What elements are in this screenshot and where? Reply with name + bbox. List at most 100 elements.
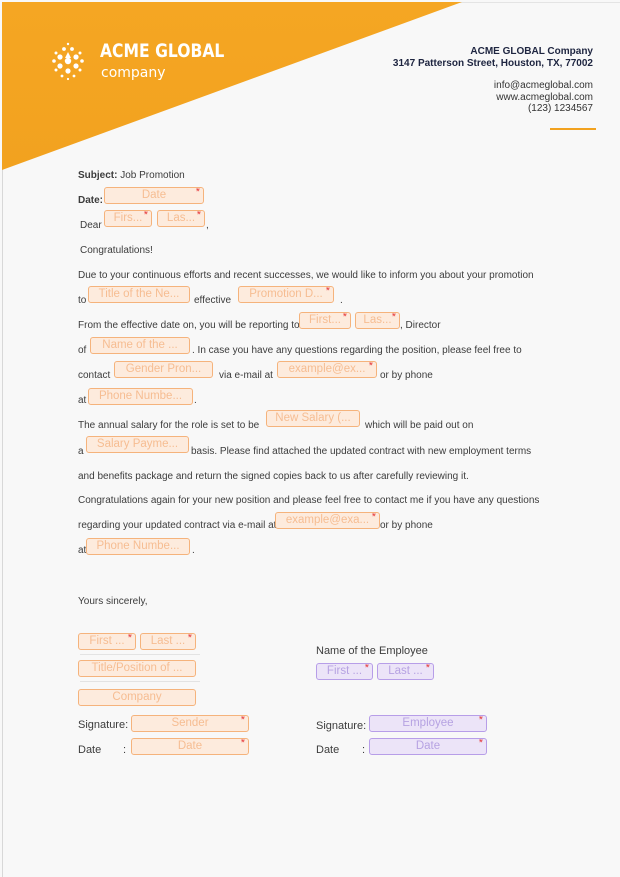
p2-via-email: via e-mail at [219,370,273,381]
company-name: ACME GLOBAL Company [470,46,593,57]
globe-logo-icon [52,42,84,81]
brand-subtitle: company [101,65,166,81]
field-placeholder: Title of the Ne... [98,288,180,300]
sender-title-field[interactable]: Title/Position of ... [78,660,196,677]
field-placeholder: Phone Numbe... [96,540,180,552]
promotion-date-field[interactable]: Promotion D... * [238,286,334,303]
paragraph-3-line-3: and benefits package and return the sign… [78,471,469,482]
required-marker: * [187,633,192,644]
congratulations-text: Congratulations! [80,245,153,256]
sender-first-name-field[interactable]: First ... * [78,633,136,650]
field-placeholder: Gender Pron... [125,363,202,375]
field-placeholder: Title/Position of ... [91,662,183,674]
brand-name: ACME GLOBAL [100,40,225,62]
employee-signature-field[interactable]: Employee * [369,715,487,732]
employee-first-name-field[interactable]: First ... * [316,663,373,680]
paragraph-1-line-1: Due to your continuous efforts and recen… [78,270,534,281]
paragraph-3-line-1: The annual salary for the role is set to… [78,420,260,431]
colon: : [362,744,366,756]
company-email: info@acmeglobal.com [493,80,593,91]
sender-date-field[interactable]: Date * [131,738,249,755]
field-placeholder: Company [112,691,162,703]
field-placeholder: Name of the ... [102,339,178,351]
p2-period: . [194,395,197,406]
required-marker: * [342,312,347,323]
gender-pronoun-field[interactable]: Gender Pron... [114,361,213,378]
recipient-first-name-field[interactable]: Firs... * [104,210,152,227]
manager-email-field[interactable]: example@ex... * [277,361,377,378]
salary-payment-field[interactable]: Salary Payme... [86,436,189,453]
field-placeholder: New Salary (... [275,412,351,424]
p4-or-phone: or by phone [380,520,433,531]
sender-company-field[interactable]: Company [78,689,196,706]
required-marker: * [143,210,148,221]
p2-director: , Director [400,320,441,331]
company-website: www.acmeglobal.com [496,91,593,103]
closing: Yours sincerely, [78,596,148,607]
paragraph-4-line-1: Congratulations again for your new posit… [78,495,540,506]
manager-last-name-field[interactable]: Las... * [355,312,400,329]
p1-period: . [340,295,343,306]
employee-heading: Name of the Employee [316,645,428,657]
field-placeholder: Date [141,189,167,201]
new-salary-field[interactable]: New Salary (... [266,410,360,427]
p2-or-phone: or by phone [380,370,433,381]
field-placeholder: Salary Payme... [96,438,179,450]
required-marker: * [127,633,132,644]
colon: : [123,744,127,756]
field-placeholder: Las... [166,212,196,224]
employee-date-field[interactable]: Date * [369,738,487,755]
paragraph-4-line-2: regarding your updated contract via e-ma… [78,520,277,531]
p2-of: of [78,345,87,356]
p4-period: . [192,545,195,556]
sender-signature-field[interactable]: Sender * [131,715,249,732]
sender-last-name-field[interactable]: Last ... * [140,633,196,650]
field-placeholder: First ... [89,635,125,647]
field-placeholder: example@ex... [288,363,366,375]
required-marker: * [478,738,483,749]
employee-last-name-field[interactable]: Last ... * [377,663,434,680]
field-placeholder: Last ... [388,665,423,677]
required-marker: * [196,210,201,221]
p1-effective: effective [194,295,232,306]
required-marker: * [364,663,369,674]
employee-signature-label: Signature: [316,720,367,732]
sender-email-field[interactable]: example@exa... * [275,512,380,529]
required-marker: * [478,715,483,726]
subject-line: Subject: Job Promotion [78,170,185,181]
field-placeholder: Date [177,740,203,752]
p1-to: to [78,295,87,306]
sender-date-label: Date [78,744,102,756]
field-placeholder: Phone Numbe... [98,390,183,402]
required-marker: * [371,512,376,523]
field-placeholder: Last ... [150,635,186,647]
manager-phone-field[interactable]: Phone Numbe... [88,388,193,405]
date-field[interactable]: Date * [104,187,204,204]
field-placeholder: First ... [326,665,363,677]
company-phone: (123) 1234567 [527,103,593,114]
street-address: 3147 Patterson Street, Houston, TX, 7700… [392,58,593,69]
required-marker: * [368,361,373,372]
date-label: Date: [78,195,104,206]
accent-divider [550,128,596,130]
field-placeholder: Date [415,740,441,752]
field-placeholder: Sender [171,717,209,729]
required-marker: * [325,286,330,297]
employee-date-label: Date [316,744,340,756]
recipient-last-name-field[interactable]: Las... * [157,210,205,227]
required-marker: * [425,663,430,674]
p2-rest: . In case you have any questions regardi… [192,345,522,356]
field-placeholder: Promotion D... [249,288,323,300]
salutation-comma: , [206,220,209,231]
manager-first-name-field[interactable]: First... * [299,312,351,329]
field-placeholder: example@exa... [285,514,370,526]
required-marker: * [391,312,396,323]
paragraph-2-line-1: From the effective date on, you will be … [78,320,300,331]
salutation: Dear [80,220,102,231]
field-placeholder: Firs... [113,212,143,224]
department-field[interactable]: Name of the ... [90,337,190,354]
new-title-field[interactable]: Title of the Ne... [88,286,190,303]
required-marker: * [240,738,245,749]
sender-phone-field[interactable]: Phone Numbe... [86,538,190,555]
p3-a: a [78,446,84,457]
